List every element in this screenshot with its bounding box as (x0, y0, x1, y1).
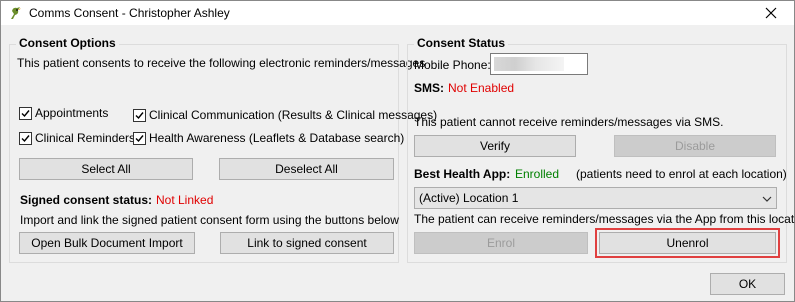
redacted-phone-number (494, 57, 564, 71)
app-enrol-note: (patients need to enrol at each location… (576, 167, 787, 181)
clinical-communication-checkbox[interactable]: Clinical Communication (Results & Clinic… (133, 108, 437, 122)
sms-status-value: Not Enabled (448, 81, 515, 95)
best-health-app-label: Best Health App: (414, 167, 511, 181)
consent-options-description: This patient consents to receive the fol… (17, 56, 426, 70)
link-to-signed-consent-button[interactable]: Link to signed consent (220, 232, 394, 254)
app-enrolment-status: Enrolled (515, 167, 560, 181)
title-bar: Comms Consent - Christopher Ashley (1, 1, 794, 25)
sms-description: This patient cannot receive reminders/me… (414, 115, 724, 129)
select-all-button[interactable]: Select All (19, 158, 193, 180)
bird-icon (7, 5, 23, 21)
signed-status-value: Not Linked (156, 193, 214, 207)
consent-options-group: Consent Options (9, 36, 399, 263)
window-title: Comms Consent - Christopher Ashley (29, 6, 230, 20)
verify-button[interactable]: Verify (414, 135, 576, 157)
signed-status-label: Signed consent status: (20, 193, 153, 207)
clinical-reminders-label: Clinical Reminders (35, 131, 136, 145)
deselect-all-button[interactable]: Deselect All (219, 158, 394, 180)
sms-label: SMS: (414, 81, 444, 95)
check-icon (19, 131, 32, 145)
close-button[interactable] (748, 1, 794, 25)
appointments-checkbox[interactable]: Appointments (19, 106, 108, 120)
app-description: The patient can receive reminders/messag… (414, 212, 795, 226)
mobile-phone-label: Mobile Phone: (414, 58, 491, 72)
check-icon (19, 106, 32, 120)
consent-status-title: Consent Status (414, 36, 509, 50)
unenrol-button[interactable]: Unenrol (599, 232, 776, 254)
appointments-label: Appointments (35, 106, 109, 120)
clinical-communication-label: Clinical Communication (Results & Clinic… (149, 108, 438, 122)
consent-options-title: Consent Options (16, 36, 119, 50)
chevron-down-icon (762, 193, 772, 207)
comms-consent-window: Comms Consent - Christopher Ashley Conse… (0, 0, 795, 302)
check-icon (133, 131, 146, 145)
close-icon (765, 7, 777, 19)
enrol-button[interactable]: Enrol (414, 232, 588, 254)
location-select[interactable]: (Active) Location 1 (414, 187, 777, 209)
clinical-reminders-checkbox[interactable]: Clinical Reminders (19, 131, 135, 145)
ok-button[interactable]: OK (710, 273, 785, 295)
mobile-phone-field[interactable] (490, 53, 588, 75)
check-icon (133, 108, 146, 122)
disable-button[interactable]: Disable (614, 135, 776, 157)
open-bulk-document-import-button[interactable]: Open Bulk Document Import (19, 232, 195, 254)
signed-consent-description: Import and link the signed patient conse… (20, 213, 399, 227)
health-awareness-label: Health Awareness (Leaflets & Database se… (149, 131, 405, 145)
location-selected-value: (Active) Location 1 (419, 191, 519, 205)
health-awareness-checkbox[interactable]: Health Awareness (Leaflets & Database se… (133, 131, 404, 145)
